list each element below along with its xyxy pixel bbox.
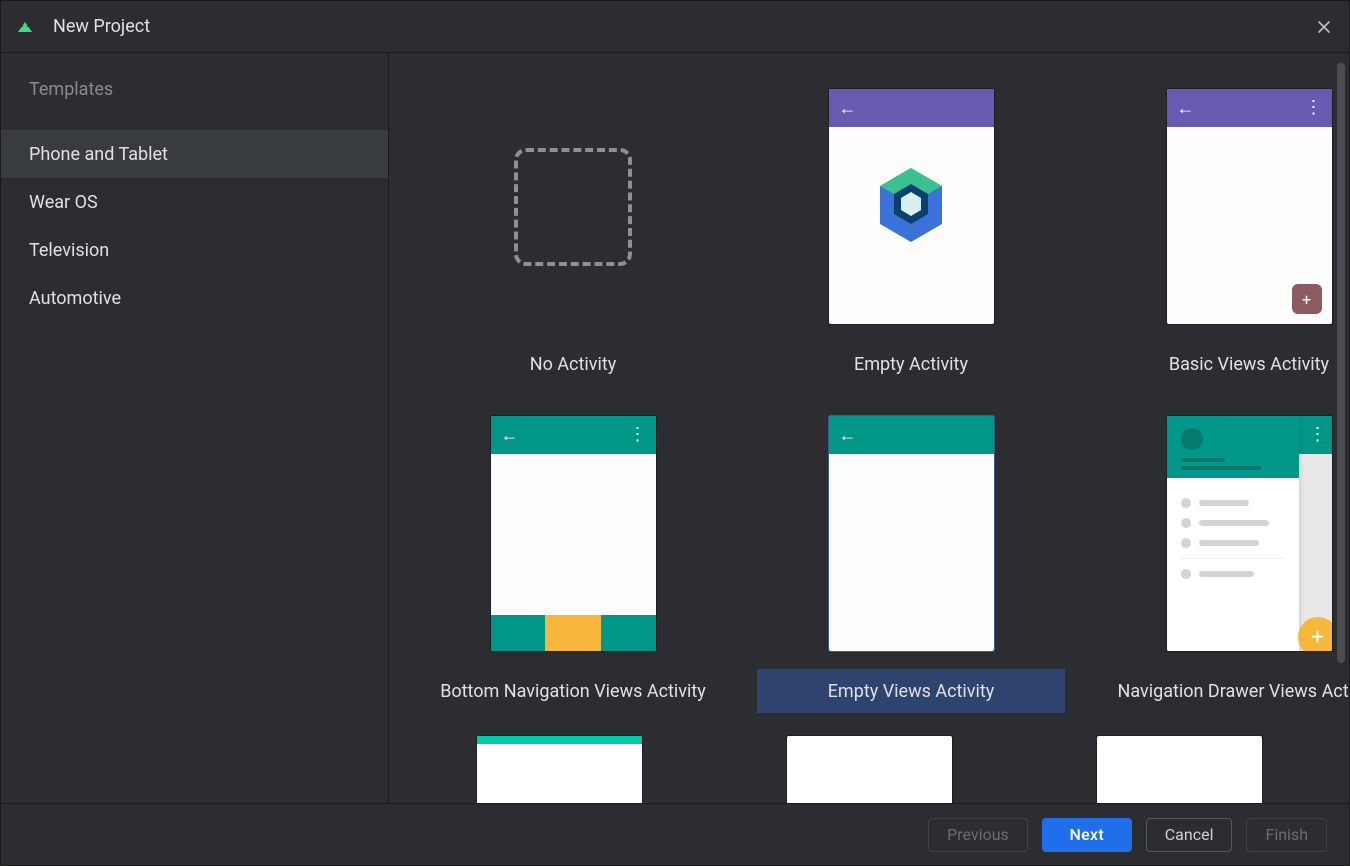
template-label: Empty Views Activity — [828, 681, 995, 702]
template-label: No Activity — [530, 354, 617, 375]
scrollbar[interactable] — [1337, 63, 1345, 663]
back-arrow-icon: ← — [1177, 98, 1195, 119]
drawer-panel — [1167, 416, 1299, 651]
template-row-partial — [389, 736, 1349, 803]
next-button[interactable]: Next — [1042, 818, 1132, 852]
previous-button[interactable]: Previous — [928, 818, 1028, 852]
fab-icon: + — [1292, 284, 1322, 314]
appbar: ← — [829, 416, 994, 454]
cancel-button[interactable]: Cancel — [1146, 818, 1233, 852]
overflow-menu-icon: ⋮ — [1309, 426, 1326, 444]
template-thumb-partial[interactable] — [477, 736, 642, 803]
template-label: Navigation Drawer Views Activity — [1117, 681, 1349, 702]
close-icon — [1316, 19, 1332, 35]
template-gallery: No Activity ← — [389, 53, 1349, 803]
appbar: ← — [829, 89, 994, 127]
appbar: ⋮ — [1299, 416, 1332, 454]
template-empty-activity[interactable]: ← Empty Activity — [757, 73, 1065, 400]
template-thumb-partial[interactable] — [1097, 736, 1262, 803]
empty-views-thumb: ← — [829, 416, 994, 651]
dialog-body: Templates Phone and Tablet Wear OS Telev… — [1, 53, 1349, 803]
appbar: ← ⋮ — [491, 416, 656, 454]
templates-sidebar: Templates Phone and Tablet Wear OS Telev… — [1, 53, 389, 803]
jetpack-compose-icon — [876, 166, 946, 248]
template-bottom-navigation-views-activity[interactable]: ← ⋮ Bottom Navigation Views Activity — [419, 400, 727, 727]
bottom-nav-bar — [491, 615, 656, 651]
sidebar-item-phone-and-tablet[interactable]: Phone and Tablet — [1, 130, 388, 178]
template-label: Bottom Navigation Views Activity — [440, 681, 706, 702]
sidebar-item-label: Wear OS — [29, 192, 98, 213]
basic-views-thumb: ← ⋮ + — [1167, 89, 1332, 324]
overflow-menu-icon: ⋮ — [629, 426, 646, 444]
back-arrow-icon: ← — [839, 425, 857, 446]
template-label: Basic Views Activity — [1169, 354, 1329, 375]
overflow-menu-icon: ⋮ — [1305, 99, 1322, 117]
sidebar-item-label: Phone and Tablet — [29, 144, 168, 165]
templates-heading: Templates — [1, 79, 388, 130]
dialog-footer: Previous Next Cancel Finish — [1, 803, 1349, 865]
bottom-nav-thumb: ← ⋮ — [491, 416, 656, 651]
avatar-icon — [1181, 428, 1203, 450]
nav-drawer-thumb: ⋮ — [1167, 416, 1332, 651]
sidebar-item-label: Automotive — [29, 288, 121, 309]
titlebar: New Project — [1, 1, 1349, 53]
dialog-title: New Project — [53, 16, 150, 37]
finish-button[interactable]: Finish — [1246, 818, 1327, 852]
template-navigation-drawer-views-activity[interactable]: ⋮ — [1095, 400, 1349, 727]
no-activity-thumb — [491, 89, 656, 324]
sidebar-item-television[interactable]: Television — [1, 226, 388, 274]
empty-activity-thumb: ← — [829, 89, 994, 324]
sidebar-item-label: Television — [29, 240, 109, 261]
back-arrow-icon: ← — [839, 98, 857, 119]
template-empty-views-activity[interactable]: ← Empty Views Activity — [757, 400, 1065, 727]
sidebar-item-wear-os[interactable]: Wear OS — [1, 178, 388, 226]
template-basic-views-activity[interactable]: ← ⋮ + Basic Views Activity — [1095, 73, 1349, 400]
template-no-activity[interactable]: No Activity — [419, 73, 727, 400]
new-project-dialog: New Project Templates Phone and Tablet W… — [0, 0, 1350, 866]
dashed-placeholder-icon — [514, 148, 632, 266]
back-arrow-icon: ← — [501, 425, 519, 446]
template-label: Empty Activity — [854, 354, 968, 375]
fab-icon: + — [1298, 617, 1332, 651]
sidebar-item-automotive[interactable]: Automotive — [1, 274, 388, 322]
appbar: ← ⋮ — [1167, 89, 1332, 127]
template-thumb-partial[interactable] — [787, 736, 952, 803]
close-button[interactable] — [1313, 16, 1335, 38]
android-studio-icon — [15, 17, 35, 37]
